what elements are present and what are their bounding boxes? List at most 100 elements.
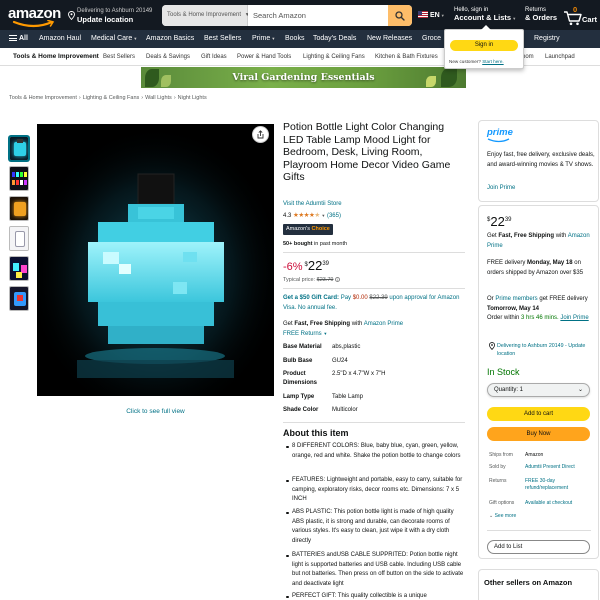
add-to-list-button[interactable]: Add to List (487, 540, 590, 554)
choice-badge-suffix: Choice (311, 226, 330, 232)
prime-description: Enjoy fast, free delivery, exclusive dea… (487, 152, 595, 168)
nav-item-prime[interactable]: Prime ▼ (252, 30, 275, 48)
spec-label: Product Dimensions (283, 371, 318, 386)
see-more-label: See more (494, 513, 517, 519)
subnav-item-gift-ideas[interactable]: Gift Ideas (201, 48, 227, 66)
chevron-down-icon: ⌄ (577, 387, 583, 393)
thumbnail-image[interactable] (9, 166, 29, 191)
store-link[interactable]: Visit the Adumtii Store (283, 201, 342, 207)
location-pin-icon (489, 342, 495, 350)
deliver-line2: Update location (77, 15, 134, 24)
returns-orders-link[interactable]: Returns & Orders (525, 7, 557, 22)
signin-button[interactable]: Sign in (450, 40, 518, 51)
card-offer[interactable]: Get a $50 Gift Card: Pay $0.00 $22.39 up… (283, 294, 465, 313)
subnav-item-best-sellers[interactable]: Best Sellers (103, 48, 135, 66)
start-here-link[interactable]: Start here. (482, 59, 503, 64)
nav-item-amazon-basics[interactable]: Amazon Basics (146, 30, 194, 48)
share-icon (257, 130, 264, 139)
ship-get: Get (487, 233, 497, 239)
language-selector[interactable]: EN ▼ (418, 11, 445, 19)
search-category-label: Tools & Home Improvement (167, 12, 242, 18)
bullet-item: PERFECT GIFT: This quality collectible i… (286, 592, 466, 600)
price-row: -6% $2239 (283, 258, 329, 273)
join-prime-link[interactable]: Join Prime (487, 185, 515, 191)
subnav-item-launchpad[interactable]: Launchpad (545, 48, 575, 66)
search-bar: Tools & Home Improvement ▼ (162, 5, 412, 26)
us-flag-icon (418, 11, 428, 18)
price-fraction: 39 (504, 217, 512, 223)
subnav-item-kitchen-bath[interactable]: Kitchen & Bath Fixtures (375, 48, 438, 66)
subnav-item-tools-home[interactable]: Tools & Home Improvement (13, 48, 99, 66)
card-offer-new-price: $0.00 (352, 295, 368, 301)
price-fraction: 39 (322, 261, 330, 267)
order-within-label: Order within (487, 315, 520, 322)
nav-item-new-releases[interactable]: New Releases (367, 30, 412, 48)
spec-label: Shade Color (283, 407, 319, 413)
meta-value: Amazon (525, 452, 544, 458)
see-full-view-link[interactable]: Click to see full view (37, 408, 274, 415)
thumbnail-image[interactable] (9, 226, 29, 251)
meta-label: Ships from (489, 452, 513, 458)
nav-item-registry[interactable]: Registry (534, 30, 560, 48)
amazons-choice-badge: Amazon's Choice (283, 224, 333, 235)
join-prime-link[interactable]: Join Prime (560, 315, 588, 321)
info-icon[interactable]: i (335, 277, 340, 282)
seller-link[interactable]: Adumtii Present Direct (525, 464, 595, 471)
main-product-image[interactable] (37, 124, 274, 396)
breadcrumb-item[interactable]: Wall Lights (145, 95, 172, 101)
nav-item-amazon-haul[interactable]: Amazon Haul (39, 30, 81, 48)
meta-label: Returns (489, 478, 507, 484)
chevron-down-icon[interactable]: ▼ (321, 213, 325, 218)
thumbnail-image[interactable] (9, 256, 29, 281)
nav-item-books[interactable]: Books (285, 30, 304, 48)
delivery-location-link[interactable]: Delivering to Ashburn 20149 - Update loc… (489, 342, 593, 358)
ship-get: Get (283, 321, 293, 327)
thumbnail-image[interactable] (9, 196, 29, 221)
subnav-item-lighting-fans[interactable]: Lighting & Ceiling Fans (303, 48, 365, 66)
all-menu-button[interactable]: All (9, 30, 28, 48)
divider (283, 252, 465, 253)
potion-lamp-illustration (37, 124, 274, 396)
buy-now-button[interactable]: Buy Now (487, 427, 590, 441)
breadcrumb-item[interactable]: Lighting & Ceiling Fans (83, 95, 140, 101)
buy-box-shipping: Get Fast, Free Shipping with Amazon Prim… (487, 232, 591, 251)
thumbnail-image[interactable] (9, 286, 29, 311)
nav-item-todays-deals[interactable]: Today's Deals (313, 30, 356, 48)
nav-item-best-sellers[interactable]: Best Sellers (204, 30, 241, 48)
add-to-cart-button[interactable]: Add to cart (487, 407, 590, 421)
cart-link[interactable]: 0 Cart (563, 5, 599, 27)
amazon-logo[interactable]: amazon (8, 6, 61, 28)
subnav-item-power-hand-tools[interactable]: Power & Hand Tools (237, 48, 291, 66)
gift-options-link[interactable]: Available at checkout (525, 500, 595, 507)
amazon-prime-link[interactable]: Amazon Prime (364, 321, 403, 327)
returns-policy-link[interactable]: FREE 30-day refund/replacement (525, 478, 595, 492)
thumbnail-image[interactable] (9, 136, 29, 161)
fastest-delivery-date: Tomorrow, May 14 (487, 305, 540, 312)
account-lists-menu[interactable]: Hello, sign in Account & Lists ▼ (454, 7, 516, 22)
cart-label: Cart (582, 15, 598, 24)
rating-count-link[interactable]: (365) (327, 213, 341, 219)
nav-item-grocery[interactable]: Groce (422, 30, 441, 48)
quantity-select[interactable]: Quantity: 1 ⌄ (487, 383, 590, 397)
bought-period: in past month (314, 241, 348, 247)
spec-value: Multicolor (332, 407, 358, 413)
search-button[interactable] (388, 5, 412, 26)
promo-banner[interactable]: Viral Gardening Essentials (141, 67, 466, 88)
hamburger-icon (9, 35, 17, 41)
star-rating-icon[interactable]: ★★★★★ (293, 211, 320, 219)
or-label: Or (487, 296, 494, 302)
prime-members-link[interactable]: Prime members (495, 296, 537, 302)
breadcrumb-item[interactable]: Tools & Home Improvement (9, 95, 77, 101)
nav-item-label: Prime (252, 35, 271, 42)
bullet-item: FEATURES: Lightweight and portable, easy… (286, 476, 466, 505)
deliver-to-location[interactable]: Delivering to Ashburn 20149 Update locat… (68, 7, 158, 25)
breadcrumb-item[interactable]: Night Lights (178, 95, 207, 101)
search-input[interactable] (248, 5, 388, 26)
nav-item-medical-care[interactable]: Medical Care ▼ (91, 30, 137, 48)
see-more-toggle[interactable]: ⌄ See more (489, 513, 516, 519)
subnav-item-deals-savings[interactable]: Deals & Savings (146, 48, 190, 66)
search-category-select[interactable]: Tools & Home Improvement ▼ (162, 5, 250, 26)
free-returns-link[interactable]: FREE Returns ▼ (283, 331, 327, 337)
share-button[interactable] (252, 126, 269, 143)
chevron-down-icon: ▼ (439, 13, 445, 18)
